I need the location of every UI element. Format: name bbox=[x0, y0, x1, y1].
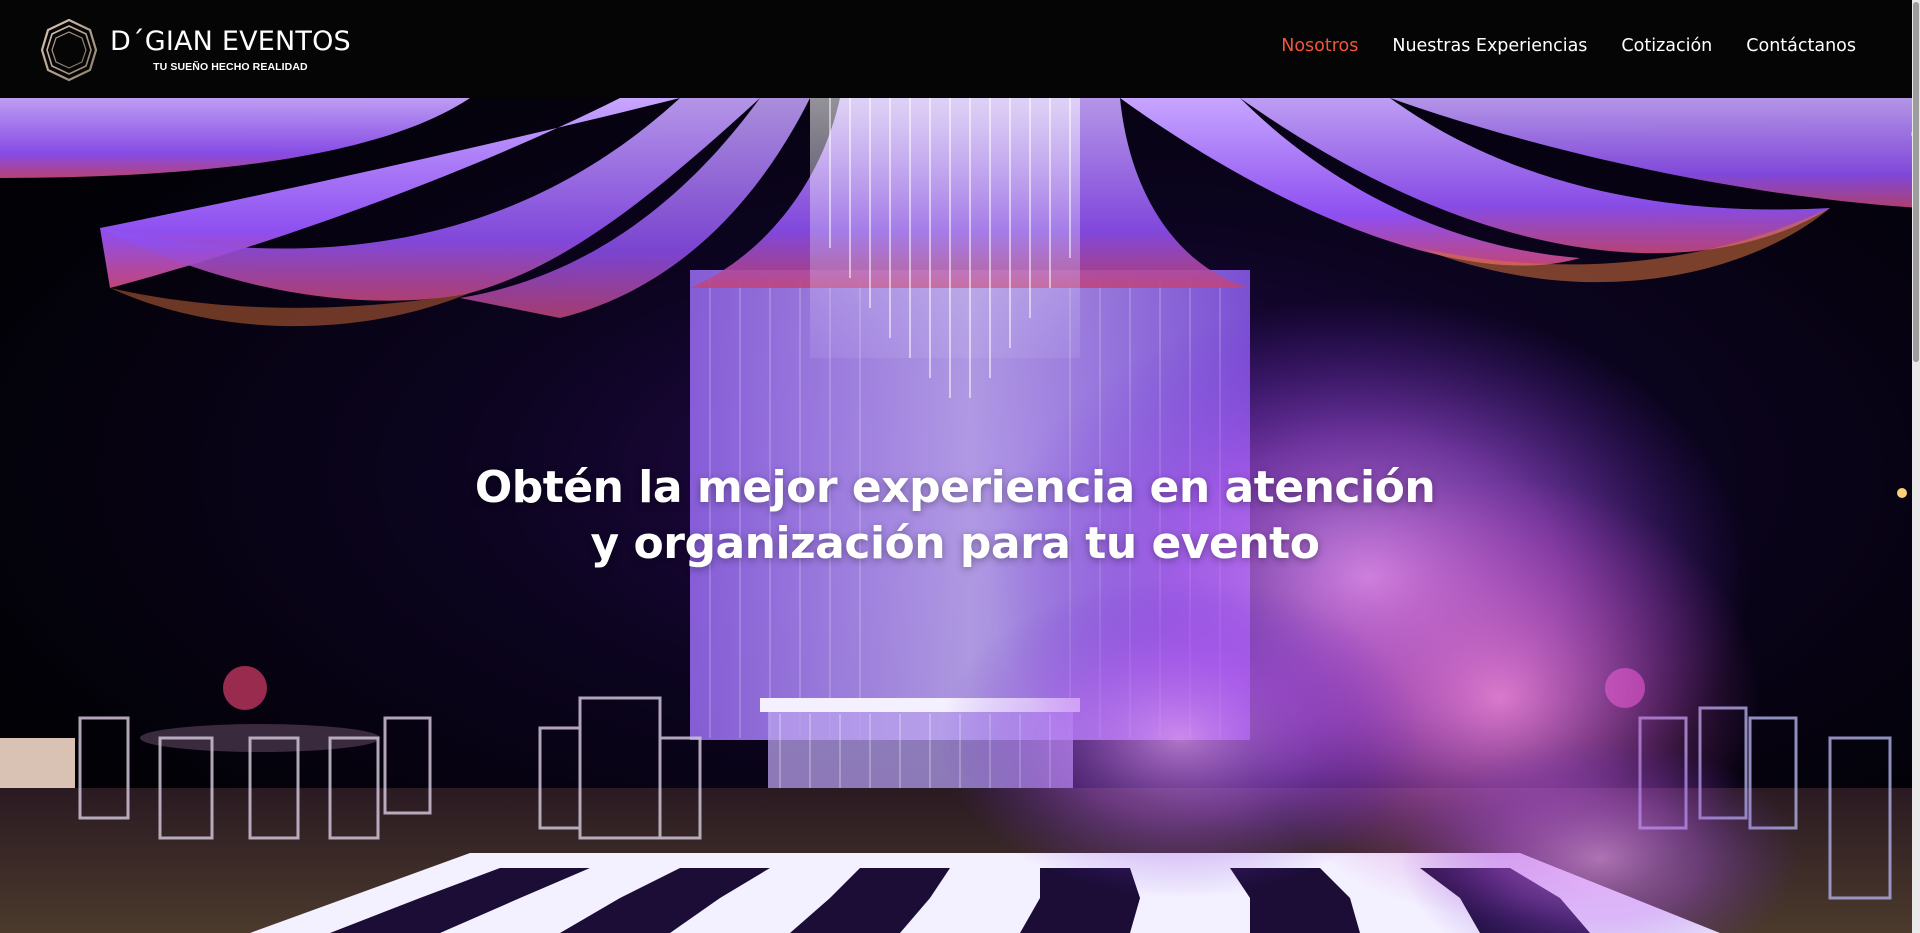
site-header: D´GIAN EVENTOS TU SUEÑO HECHO REALIDAD N… bbox=[0, 0, 1920, 98]
scrollbar-thumb[interactable] bbox=[1913, 2, 1919, 362]
diamond-logo-icon bbox=[40, 18, 98, 82]
brand-logo-link[interactable]: D´GIAN EVENTOS TU SUEÑO HECHO REALIDAD bbox=[38, 16, 351, 84]
nav-item-contactanos[interactable]: Contáctanos bbox=[1746, 36, 1856, 56]
brand-name: D´GIAN EVENTOS bbox=[110, 26, 351, 57]
main-nav: Nosotros Nuestras Experiencias Cotizació… bbox=[1247, 36, 1856, 56]
nav-item-nuestras-experiencias[interactable]: Nuestras Experiencias bbox=[1392, 36, 1587, 56]
brand-tagline: TU SUEÑO HECHO REALIDAD bbox=[153, 61, 308, 73]
hero-heading: Obtén la mejor experiencia en atención y… bbox=[474, 462, 1436, 569]
brand-text: D´GIAN EVENTOS TU SUEÑO HECHO REALIDAD bbox=[110, 26, 351, 74]
nav-item-cotizacion[interactable]: Cotización bbox=[1621, 36, 1712, 56]
hero-section: Obtén la mejor experiencia en atención y… bbox=[0, 98, 1920, 933]
page-scrollbar[interactable] bbox=[1912, 0, 1920, 933]
nav-item-nosotros[interactable]: Nosotros bbox=[1281, 36, 1358, 56]
